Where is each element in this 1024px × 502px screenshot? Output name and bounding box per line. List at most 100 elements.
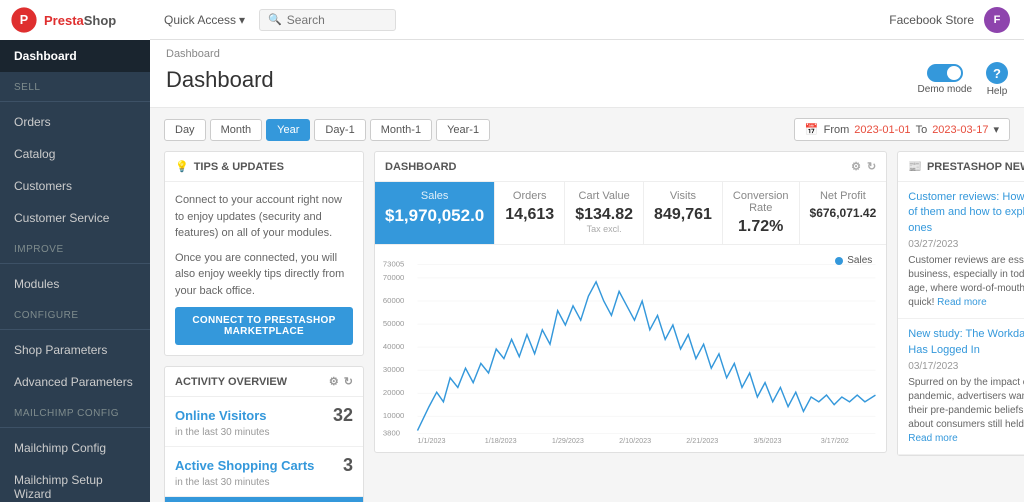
activity-refresh-icon[interactable]: ↻	[344, 375, 353, 388]
topbar-right: Facebook Store F	[889, 7, 1010, 33]
activity-card: ACTIVITY OVERVIEW ⚙ ↻ Online Visitors 32…	[164, 366, 364, 502]
online-visitors-item: Online Visitors 32 in the last 30 minute…	[165, 397, 363, 447]
metric-visits-value: 849,761	[654, 206, 712, 224]
news-header-label: PRESTASHOP NEWS	[927, 161, 1024, 173]
dashboard-refresh-icon[interactable]: ↻	[867, 160, 876, 173]
news-item-1: New study: The Workday Consumer Has Logg…	[898, 319, 1024, 455]
news-item-0-body: Customer reviews are essential to any bu…	[908, 254, 1024, 310]
sidebar-item-customers[interactable]: Customers	[0, 170, 150, 202]
sidebar-item-mailchimp-config[interactable]: Mailchimp Config	[0, 432, 150, 464]
svg-text:73005: 73005	[383, 259, 404, 268]
page-header: Dashboard Dashboard Demo mode ? Help	[150, 40, 1024, 108]
toggle-switch[interactable]	[927, 64, 963, 82]
sidebar-item-dashboard[interactable]: Dashboard	[0, 40, 150, 72]
news-item-1-read-more[interactable]: Read more	[908, 433, 957, 444]
currently-pending-button[interactable]: ⊙ Currently Pending	[165, 497, 363, 502]
search-input[interactable]	[287, 13, 387, 27]
metric-profit-label: Net Profit	[810, 190, 877, 202]
legend-label: Sales	[847, 255, 872, 266]
avatar: F	[984, 7, 1010, 33]
tips-card-body: Connect to your account right now to enj…	[165, 182, 363, 355]
from-label: From	[824, 124, 850, 136]
metric-net-profit: Net Profit $676,071.42	[800, 182, 887, 244]
news-item-0-read-more[interactable]: Read more	[937, 297, 986, 308]
filter-year[interactable]: Year	[266, 119, 310, 141]
date-range-picker[interactable]: 📅 From 2023-01-01 To 2023-03-17 ▾	[794, 118, 1010, 141]
search-box: 🔍	[259, 9, 396, 31]
tips-icon: 💡	[175, 160, 189, 173]
tips-text-2: Once you are connected, you will also en…	[175, 250, 353, 300]
search-icon: 🔍	[268, 13, 282, 26]
sidebar-item-customer-service[interactable]: Customer Service	[0, 202, 150, 234]
calendar-icon: 📅	[805, 123, 819, 136]
filter-buttons: Day Month Year Day-1 Month-1 Year-1	[164, 119, 490, 141]
svg-text:1/18/2023: 1/18/2023	[485, 436, 517, 445]
filter-day1[interactable]: Day-1	[314, 119, 365, 141]
online-visitors-label: Online Visitors	[175, 408, 267, 423]
sidebar-section-configure: CONFIGURE	[0, 300, 150, 325]
news-item-1-date: 03/17/2023	[908, 361, 1024, 372]
sidebar-logo: P PrestaShop	[0, 0, 150, 40]
page-header-right: Demo mode ? Help	[918, 62, 1008, 97]
help-button[interactable]: ? Help	[986, 62, 1008, 97]
svg-text:1/1/2023: 1/1/2023	[417, 436, 445, 445]
quick-access-button[interactable]: Quick Access ▾	[164, 13, 245, 27]
sidebar-item-catalog[interactable]: Catalog	[0, 138, 150, 170]
sidebar-item-modules[interactable]: Modules	[0, 268, 150, 300]
help-label: Help	[987, 86, 1008, 97]
metric-conversion: Conversion Rate 1.72%	[723, 182, 800, 244]
news-item-0-title[interactable]: Customer reviews: How to get more of the…	[908, 190, 1024, 236]
tips-text-1: Connect to your account right now to enj…	[175, 192, 353, 242]
col-mid: DASHBOARD ⚙ ↻ Sales $1,970,052.0 Orders	[374, 151, 887, 475]
sidebar-item-mailchimp-wizard[interactable]: Mailchimp Setup Wizard	[0, 464, 150, 502]
activity-header-icons: ⚙ ↻	[329, 375, 353, 388]
sidebar-item-shop-parameters[interactable]: Shop Parameters	[0, 334, 150, 366]
active-carts-label: Active Shopping Carts	[175, 458, 314, 473]
online-visitors-sub: in the last 30 minutes	[175, 427, 353, 438]
sidebar-item-advanced-parameters[interactable]: Advanced Parameters	[0, 366, 150, 398]
page-title: Dashboard	[166, 67, 274, 93]
svg-text:3/17/202: 3/17/202	[821, 436, 849, 445]
activity-gear-icon[interactable]: ⚙	[329, 375, 339, 388]
metric-cart-value-val: $134.82	[575, 206, 633, 224]
filter-day[interactable]: Day	[164, 119, 206, 141]
columns: 💡 TIPS & UPDATES Connect to your account…	[164, 151, 1010, 475]
sidebar-item-orders[interactable]: Orders	[0, 106, 150, 138]
filter-year1[interactable]: Year-1	[436, 119, 490, 141]
news-card: 📰 PRESTASHOP NEWS Customer reviews: How …	[897, 151, 1024, 456]
dashboard-gear-icon[interactable]: ⚙	[851, 160, 861, 173]
main-content: Quick Access ▾ 🔍 Facebook Store F Dashbo…	[150, 0, 1024, 502]
svg-text:P: P	[20, 13, 28, 27]
dashboard-header: DASHBOARD ⚙ ↻	[375, 152, 886, 182]
filter-month[interactable]: Month	[210, 119, 263, 141]
sales-chart: 73005 70000 60000 50000 40000 30000 2000…	[381, 253, 880, 445]
svg-text:3/5/2023: 3/5/2023	[754, 436, 782, 445]
tips-card: 💡 TIPS & UPDATES Connect to your account…	[164, 151, 364, 356]
active-carts-count: 3	[343, 455, 353, 476]
tips-header-label: TIPS & UPDATES	[194, 161, 284, 173]
svg-text:3800: 3800	[383, 428, 400, 437]
active-carts-sub: in the last 30 minutes	[175, 477, 353, 488]
svg-text:2/21/2023: 2/21/2023	[686, 436, 718, 445]
sidebar-section-improve: IMPROVE	[0, 234, 150, 259]
dashboard-card: DASHBOARD ⚙ ↻ Sales $1,970,052.0 Orders	[374, 151, 887, 453]
svg-text:40000: 40000	[383, 342, 404, 351]
filter-month1[interactable]: Month-1	[370, 119, 432, 141]
tips-card-header: 💡 TIPS & UPDATES	[165, 152, 363, 182]
chart-legend: Sales	[835, 255, 872, 266]
chart-area: Sales 73005 70000 60000 50000 40000 3000…	[375, 245, 886, 452]
date-to: 2023-03-17	[932, 124, 988, 136]
metric-sales-value: $1,970,052.0	[385, 206, 484, 226]
svg-text:10000: 10000	[383, 411, 404, 420]
news-item-1-title[interactable]: New study: The Workday Consumer Has Logg…	[908, 327, 1024, 358]
date-dropdown-icon: ▾	[993, 123, 999, 136]
demo-mode-toggle[interactable]: Demo mode	[918, 64, 972, 95]
col-right: 📰 PRESTASHOP NEWS Customer reviews: How …	[897, 151, 1024, 475]
metric-visits: Visits 849,761	[644, 182, 723, 244]
metric-orders: Orders 14,613	[495, 182, 565, 244]
svg-text:50000: 50000	[383, 319, 404, 328]
sidebar: P PrestaShop Dashboard SELL Orders Catal…	[0, 0, 150, 502]
connect-prestashop-button[interactable]: CONNECT TO PRESTASHOP MARKETPLACE	[175, 307, 353, 345]
metric-cart-sub: Tax excl.	[575, 224, 633, 234]
dashboard-header-label: DASHBOARD	[385, 161, 457, 173]
